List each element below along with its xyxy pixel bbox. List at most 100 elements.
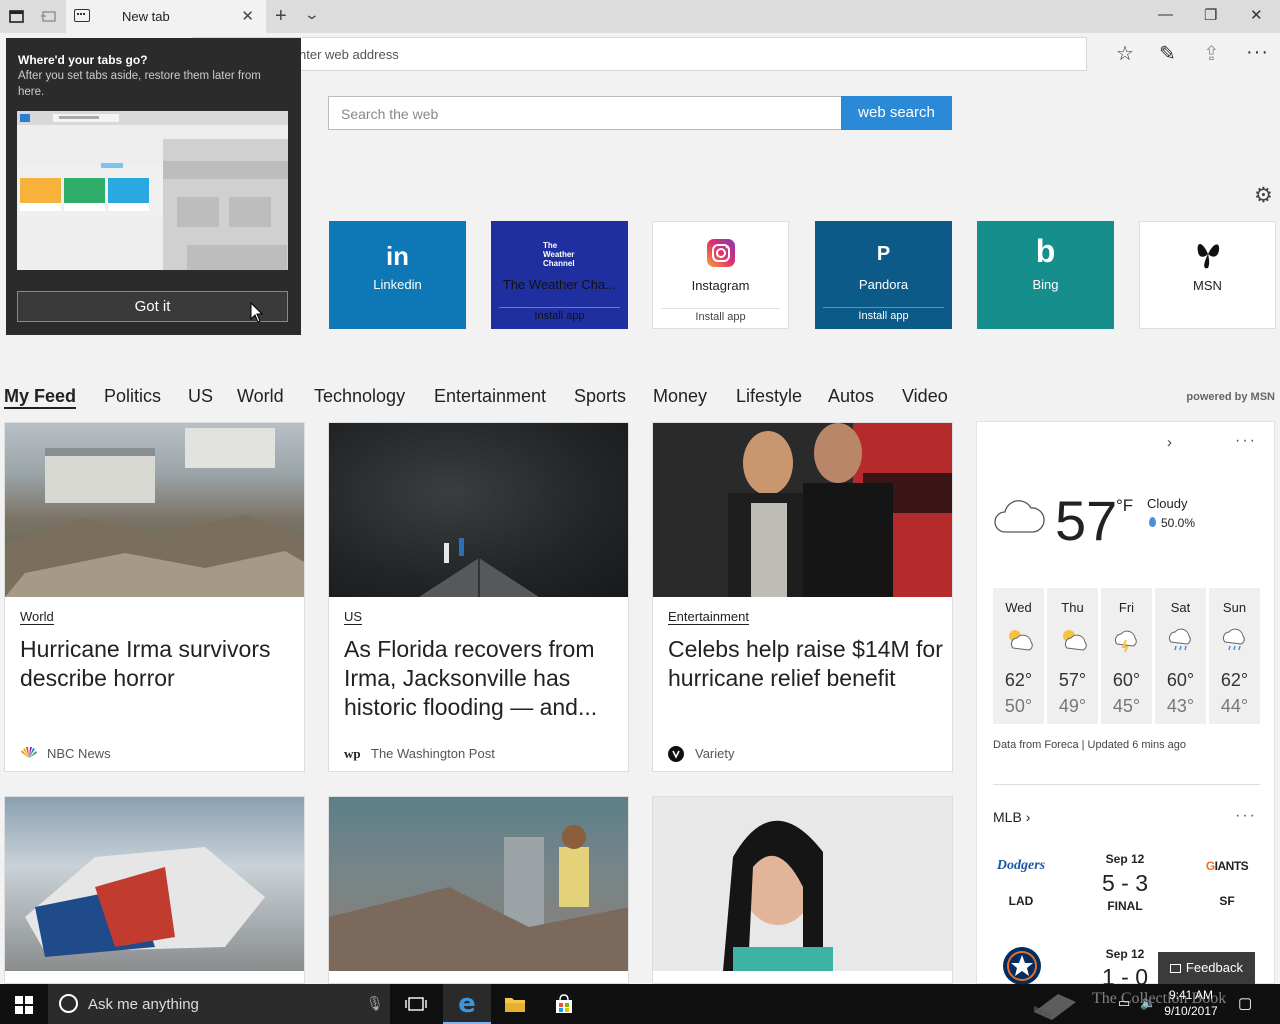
- game-status: FINAL: [1107, 899, 1143, 913]
- book-logo-icon: [1030, 988, 1080, 1024]
- favorites-star-icon[interactable]: ☆: [1116, 41, 1134, 66]
- install-app-link[interactable]: Install app: [823, 307, 944, 322]
- weather-condition: Cloudy: [1147, 496, 1188, 511]
- restore-tabs-icon[interactable]: [40, 8, 56, 24]
- nbc-peacock-icon: [20, 746, 38, 762]
- article-category[interactable]: World: [20, 610, 54, 625]
- mlb-more-icon[interactable]: ···: [1235, 807, 1257, 825]
- linkedin-logo-icon: in: [385, 241, 410, 271]
- article-card[interactable]: World Hurricane Irma survivors describe …: [4, 422, 305, 772]
- category-technology[interactable]: Technology: [314, 386, 405, 407]
- action-center-icon[interactable]: ▢: [1238, 994, 1252, 1012]
- game-score[interactable]: 5 - 3: [1087, 870, 1163, 897]
- tabs-aside-icon[interactable]: [9, 8, 25, 24]
- category-autos[interactable]: Autos: [828, 386, 874, 407]
- forecast-day[interactable]: Sun 62° 44°: [1209, 588, 1260, 724]
- address-bar[interactable]: nter web address: [192, 37, 1087, 71]
- article-image: [653, 797, 952, 971]
- tile-instagram[interactable]: Instagram Install app: [652, 221, 789, 329]
- forecast-low: 43°: [1166, 696, 1195, 716]
- install-app-link[interactable]: Install app: [499, 307, 620, 322]
- forecast-day[interactable]: Fri 60° 45°: [1101, 588, 1152, 724]
- minimize-button[interactable]: —: [1158, 6, 1173, 23]
- forecast-day[interactable]: Thu 57° 49°: [1047, 588, 1098, 724]
- tile-weather-channel[interactable]: The Weather Channel The Weather Cha... I…: [491, 221, 628, 329]
- chevron-right-icon[interactable]: ›: [1167, 434, 1172, 451]
- temperature-unit[interactable]: °F: [1116, 496, 1133, 516]
- more-menu-icon[interactable]: ···: [1246, 41, 1269, 64]
- got-it-button[interactable]: Got it: [17, 291, 288, 322]
- edge-browser-icon[interactable]: e: [443, 984, 491, 1024]
- msn-butterfly-icon: [1140, 238, 1275, 279]
- search-placeholder: Search the web: [341, 106, 439, 122]
- article-card[interactable]: [652, 796, 953, 984]
- file-explorer-icon[interactable]: [491, 984, 539, 1024]
- article-source: NBC News: [47, 746, 111, 761]
- article-card[interactable]: [4, 796, 305, 984]
- forecast-day[interactable]: Wed 62° 50°: [993, 588, 1044, 724]
- cortana-search-box[interactable]: Ask me anything 🎙: [48, 984, 390, 1024]
- close-window-button[interactable]: ✕: [1250, 6, 1263, 24]
- feedback-button[interactable]: Feedback: [1158, 952, 1255, 984]
- mlb-header[interactable]: MLB ›: [993, 809, 1030, 825]
- forecast-day[interactable]: Sat 60° 43°: [1155, 588, 1206, 724]
- dodgers-logo-icon: Dodgers: [996, 858, 1046, 873]
- article-title[interactable]: Celebs help raise $14M for hurricane rel…: [668, 635, 943, 693]
- category-lifestyle[interactable]: Lifestyle: [736, 386, 802, 407]
- category-video[interactable]: Video: [902, 386, 948, 407]
- weather-more-icon[interactable]: ···: [1235, 432, 1257, 450]
- task-view-icon[interactable]: [392, 984, 440, 1024]
- category-politics[interactable]: Politics: [104, 386, 161, 407]
- article-category[interactable]: US: [344, 610, 363, 625]
- active-category-underline: [4, 407, 76, 409]
- popup-title: Where'd your tabs go?: [18, 53, 148, 67]
- category-sports[interactable]: Sports: [574, 386, 626, 407]
- article-title[interactable]: Hurricane Irma survivors describe horror: [20, 635, 295, 693]
- article-card[interactable]: [328, 796, 629, 984]
- forecast-high: 62°: [1220, 670, 1249, 690]
- team-dodgers[interactable]: Dodgers LAD: [991, 850, 1051, 908]
- store-icon[interactable]: [540, 984, 588, 1024]
- category-money[interactable]: Money: [653, 386, 707, 407]
- tile-label: Instagram: [691, 278, 750, 293]
- category-world[interactable]: World: [237, 386, 284, 407]
- article-card[interactable]: US As Florida recovers from Irma, Jackso…: [328, 422, 629, 772]
- share-icon[interactable]: ⇪: [1203, 41, 1220, 66]
- new-tab-icon: [74, 9, 90, 22]
- article-title[interactable]: As Florida recovers from Irma, Jacksonvi…: [344, 635, 619, 722]
- watermark: The Collection Book: [1092, 990, 1227, 1007]
- team-abbr: LAD: [1008, 894, 1034, 908]
- tab-new-tab[interactable]: New tab ✕: [66, 0, 266, 33]
- forecast-low: 49°: [1058, 696, 1087, 716]
- tile-msn[interactable]: MSN: [1139, 221, 1276, 329]
- microphone-icon[interactable]: 🎙: [366, 995, 384, 1012]
- web-search-input[interactable]: Search the web: [328, 96, 842, 130]
- tile-pandora[interactable]: P Pandora Install app: [815, 221, 952, 329]
- close-tab-icon[interactable]: ✕: [241, 7, 254, 25]
- tile-label: Linkedin: [373, 277, 422, 292]
- new-tab-button[interactable]: +: [275, 5, 287, 28]
- windows-start-icon[interactable]: [15, 996, 33, 1014]
- precipitation-value: 50.0%: [1161, 516, 1196, 530]
- tab-preview-chevron-icon[interactable]: ⌄: [304, 6, 320, 23]
- article-category[interactable]: Entertainment: [668, 610, 749, 625]
- game-date: Sep 12: [1105, 947, 1145, 961]
- tile-label: MSN: [1193, 278, 1222, 293]
- web-search-button[interactable]: web search: [841, 96, 952, 130]
- gear-icon[interactable]: ⚙: [1254, 183, 1273, 208]
- category-entertainment[interactable]: Entertainment: [434, 386, 546, 407]
- tile-bing[interactable]: b Bing: [977, 221, 1114, 329]
- team-giants[interactable]: GIANTS SF: [1197, 850, 1257, 908]
- restore-button[interactable]: ❐: [1204, 6, 1217, 24]
- article-image: [329, 423, 628, 597]
- install-app-link[interactable]: Install app: [661, 308, 780, 323]
- tile-linkedin[interactable]: in Linkedin: [329, 221, 466, 329]
- weather-source[interactable]: Data from Foreca | Updated 6 mins ago: [993, 739, 1186, 751]
- forecast-high: 60°: [1166, 670, 1195, 690]
- rain-icon: [1165, 626, 1197, 652]
- tile-label: Pandora: [858, 277, 909, 292]
- web-note-pen-icon[interactable]: ✎: [1159, 41, 1176, 66]
- category-us[interactable]: US: [188, 386, 213, 407]
- category-my-feed[interactable]: My Feed: [4, 386, 76, 407]
- article-card[interactable]: Entertainment Celebs help raise $14M for…: [652, 422, 953, 772]
